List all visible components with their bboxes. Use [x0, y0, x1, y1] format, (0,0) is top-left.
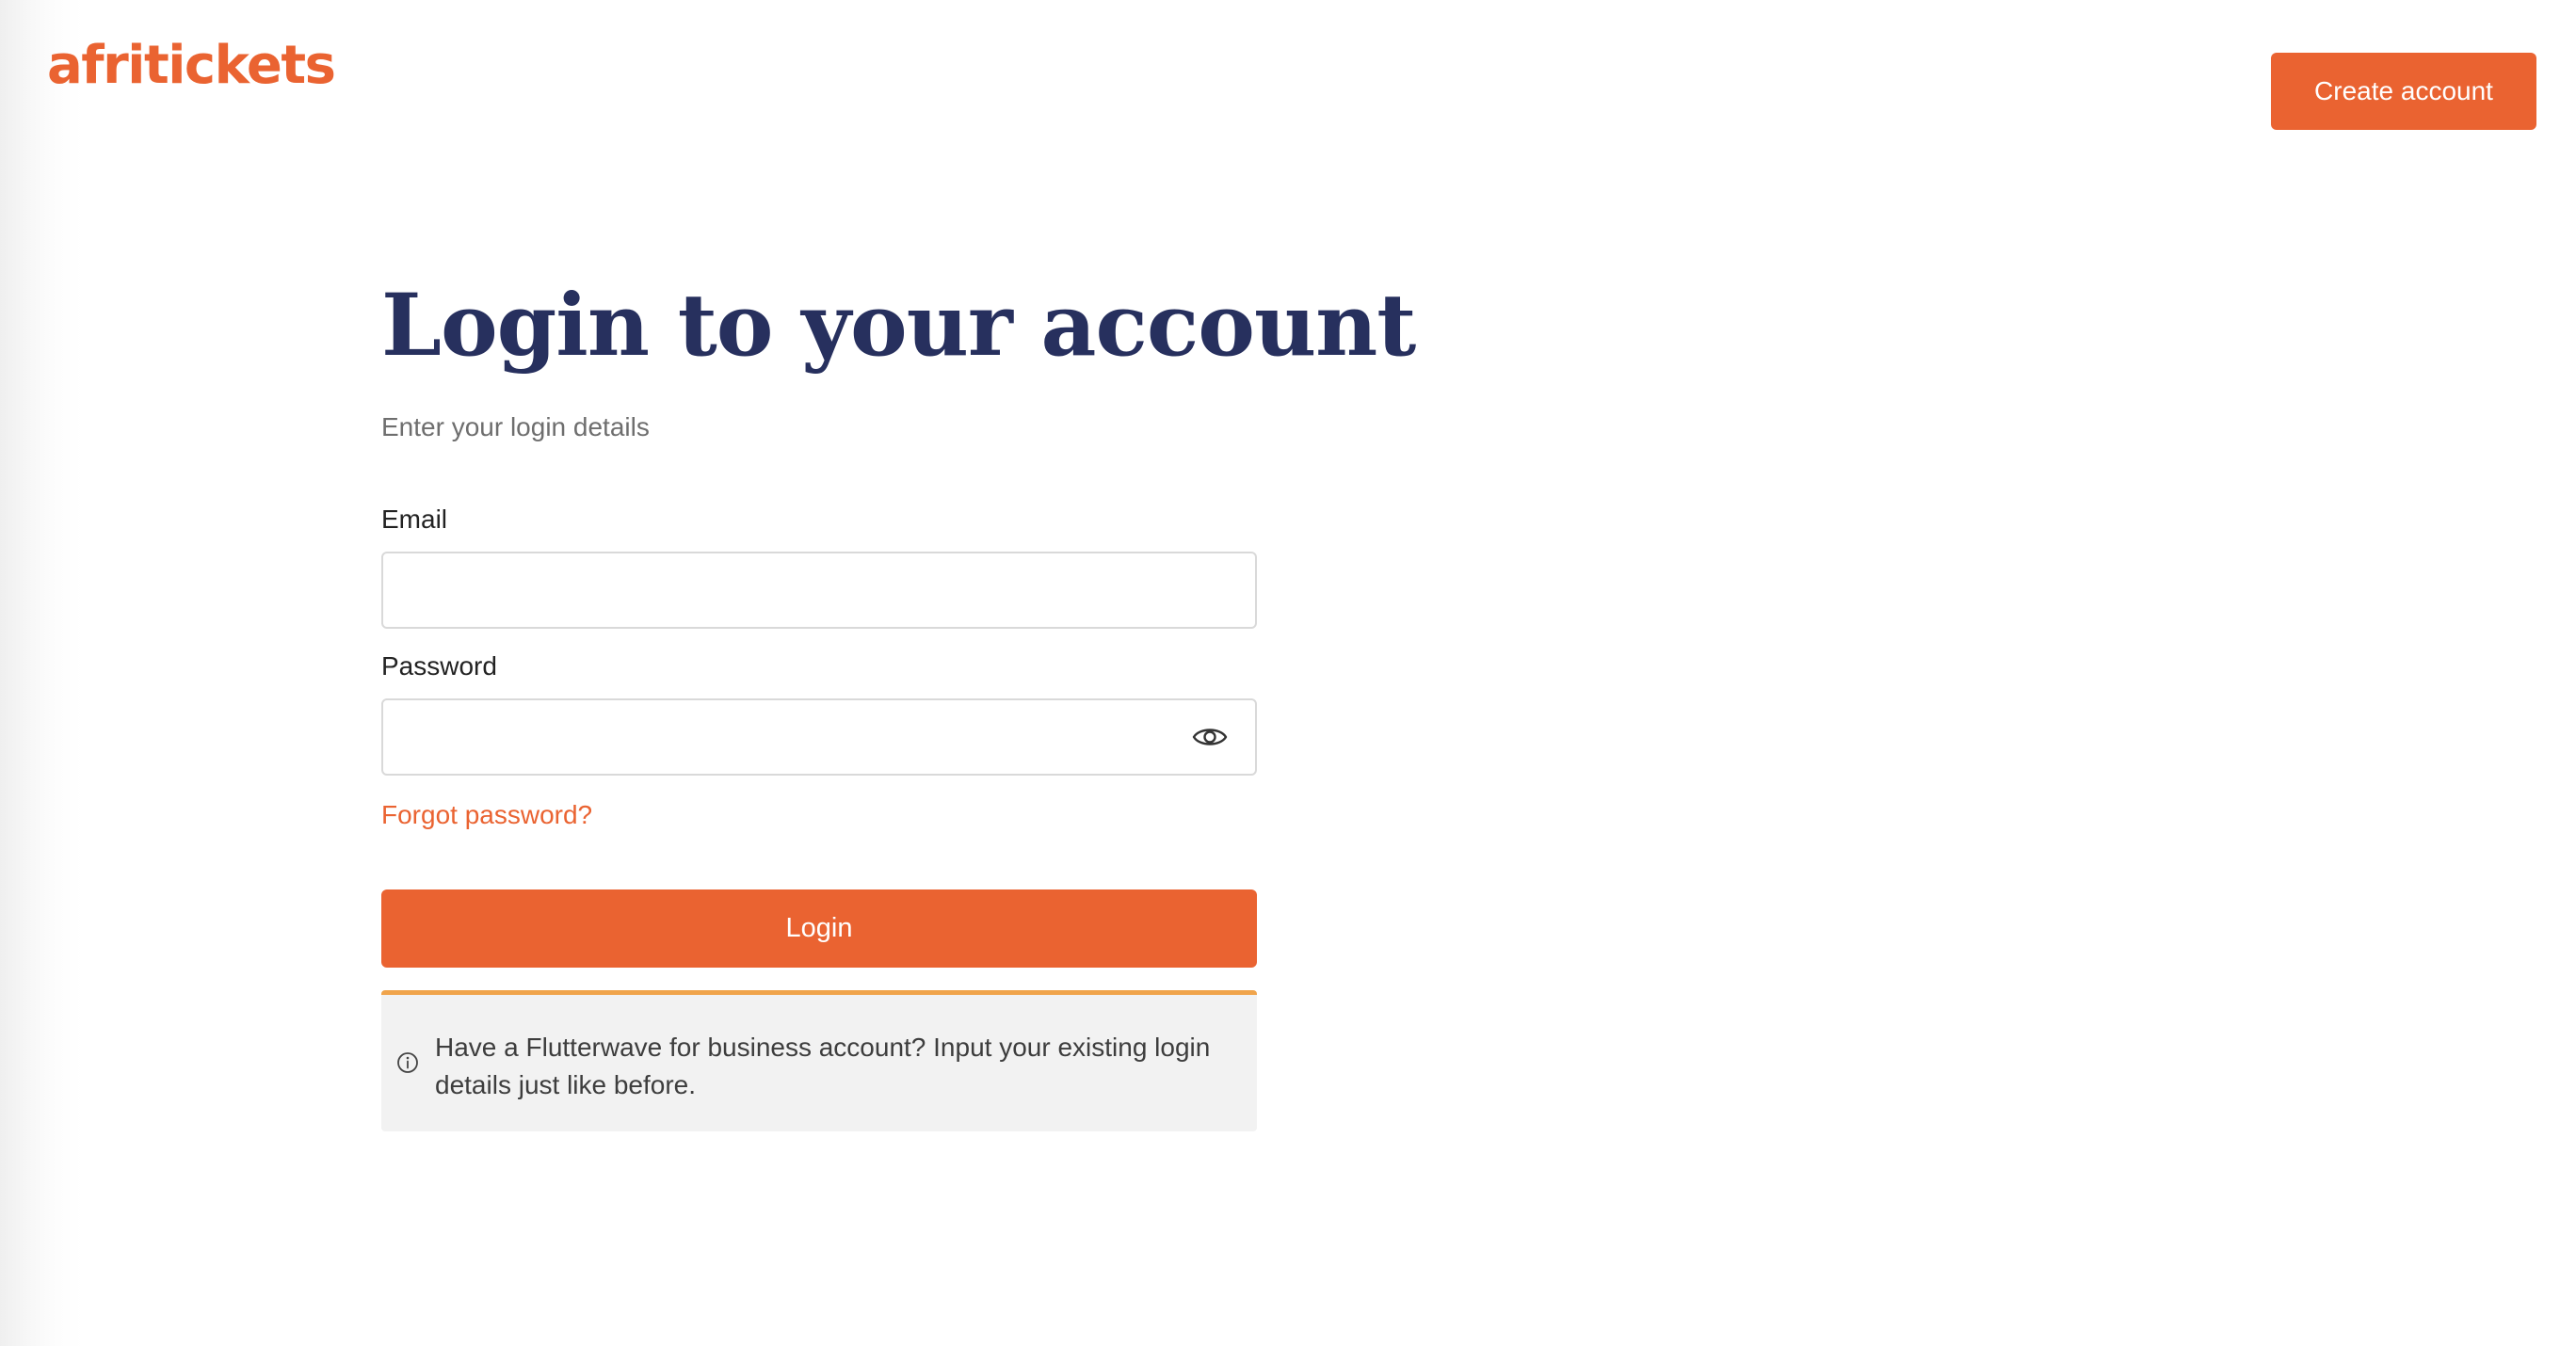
notice-message: Have a Flutterwave for business account?… — [435, 1033, 1211, 1099]
password-field-wrapper — [381, 698, 1257, 776]
info-circle-icon — [397, 1052, 418, 1073]
email-input[interactable] — [383, 553, 1255, 627]
password-input[interactable] — [383, 700, 1255, 774]
page-title: Login to your account — [381, 276, 1416, 376]
create-account-button[interactable]: Create account — [2271, 53, 2536, 130]
email-label: Email — [381, 505, 448, 534]
login-page: afritickets Create account Login to your… — [0, 0, 2576, 1346]
login-button[interactable]: Login — [381, 889, 1257, 968]
forgot-password-link[interactable]: Forgot password? — [381, 800, 592, 830]
eye-icon[interactable] — [1191, 721, 1229, 753]
password-label: Password — [381, 651, 497, 681]
email-field-wrapper — [381, 552, 1257, 629]
flutterwave-notice: Have a Flutterwave for business account?… — [381, 990, 1257, 1131]
afritickets-logo[interactable]: afritickets — [47, 40, 336, 92]
page-subtitle: Enter your login details — [381, 412, 650, 441]
